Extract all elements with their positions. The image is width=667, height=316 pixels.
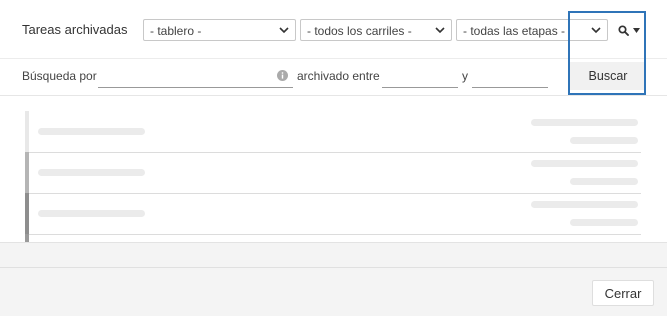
placeholder-meta — [570, 178, 638, 185]
chevron-down-icon — [591, 27, 601, 34]
placeholder-meta — [531, 201, 638, 208]
caret-down-icon — [633, 28, 640, 33]
divider — [0, 267, 667, 268]
lanes-select-value: - todos los carriles - — [307, 24, 412, 38]
dialog-footer: Cerrar — [0, 242, 667, 316]
row-color-bar — [25, 234, 29, 242]
row-color-bar — [25, 152, 29, 193]
list-item[interactable] — [25, 234, 641, 242]
board-select[interactable]: - tablero - — [143, 19, 296, 41]
placeholder-meta — [531, 119, 638, 126]
list-item[interactable] — [25, 111, 641, 153]
placeholder-meta — [570, 219, 638, 226]
divider — [0, 58, 667, 59]
placeholder-meta — [570, 137, 638, 144]
archived-from-input[interactable] — [382, 70, 458, 88]
archived-to-input[interactable] — [472, 70, 548, 88]
divider — [0, 95, 667, 96]
placeholder-title — [38, 169, 145, 176]
placeholder-title — [38, 128, 145, 135]
lanes-select[interactable]: - todos los carriles - — [300, 19, 452, 41]
placeholder-meta — [531, 160, 638, 167]
list-item[interactable] — [25, 152, 641, 194]
board-select-value: - tablero - — [150, 24, 202, 38]
row-color-bar — [25, 111, 29, 152]
filter-bar: Tareas archivadas - tablero - - todos lo… — [0, 0, 667, 58]
search-button[interactable]: Buscar — [570, 62, 646, 90]
and-label: y — [462, 69, 468, 83]
stages-select-value: - todas las etapas - — [463, 24, 566, 38]
list-item[interactable] — [25, 193, 641, 235]
page-title: Tareas archivadas — [22, 22, 128, 37]
results-list — [25, 111, 641, 242]
search-input[interactable] — [98, 70, 293, 88]
search-by-label: Búsqueda por — [22, 69, 97, 83]
search-icon — [618, 25, 629, 36]
row-color-bar — [25, 193, 29, 234]
chevron-down-icon — [279, 27, 289, 34]
stages-select[interactable]: - todas las etapas - — [456, 19, 608, 41]
chevron-down-icon — [435, 27, 445, 34]
close-button[interactable]: Cerrar — [592, 280, 654, 306]
search-toggle-button[interactable] — [618, 23, 642, 39]
archived-between-label: archivado entre — [297, 69, 380, 83]
placeholder-title — [38, 210, 145, 217]
info-icon[interactable] — [277, 70, 288, 81]
